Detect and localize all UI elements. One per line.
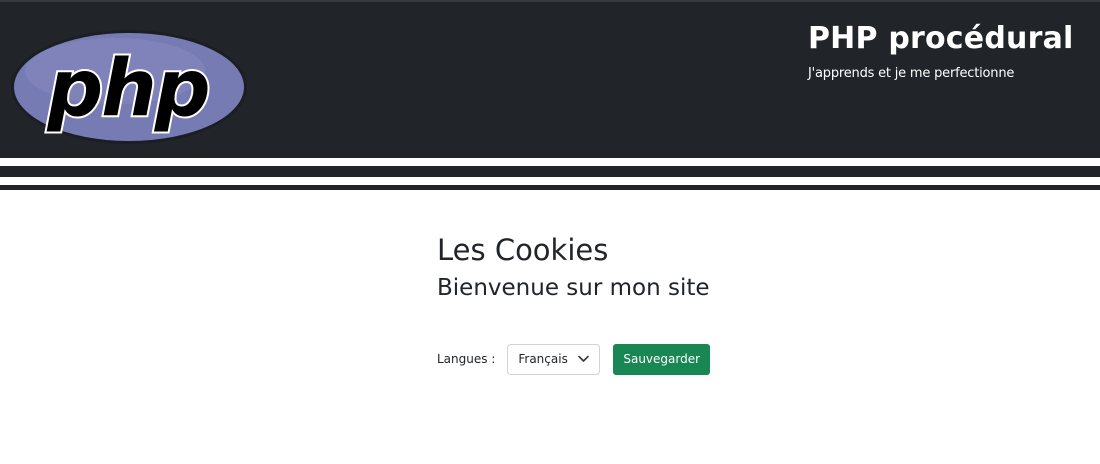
brand: PHP procédural J'apprends et je me perfe… [808,20,1074,83]
save-button[interactable]: Sauvegarder [613,343,711,375]
header-divider-thick [0,166,1100,177]
main-content: Les Cookies Bienvenue sur mon site [437,232,710,303]
logo-text: php [46,44,208,134]
language-form: Langues : Français Sauvegarder [437,343,711,375]
language-select[interactable]: Français [507,343,601,375]
site-title: PHP procédural [808,21,1074,56]
page-subtitle: Bienvenue sur mon site [437,275,710,301]
languages-label: Langues : [437,352,496,366]
site-header: php PHP procédural J'apprends et je me p… [0,0,1100,158]
page-title: Les Cookies [437,233,609,267]
header-divider-thin [0,185,1100,190]
language-select-value: Français [518,352,568,366]
chevron-down-icon [578,355,590,362]
site-tagline: J'apprends et je me perfectionne [808,66,1015,81]
php-logo: php [11,30,247,144]
